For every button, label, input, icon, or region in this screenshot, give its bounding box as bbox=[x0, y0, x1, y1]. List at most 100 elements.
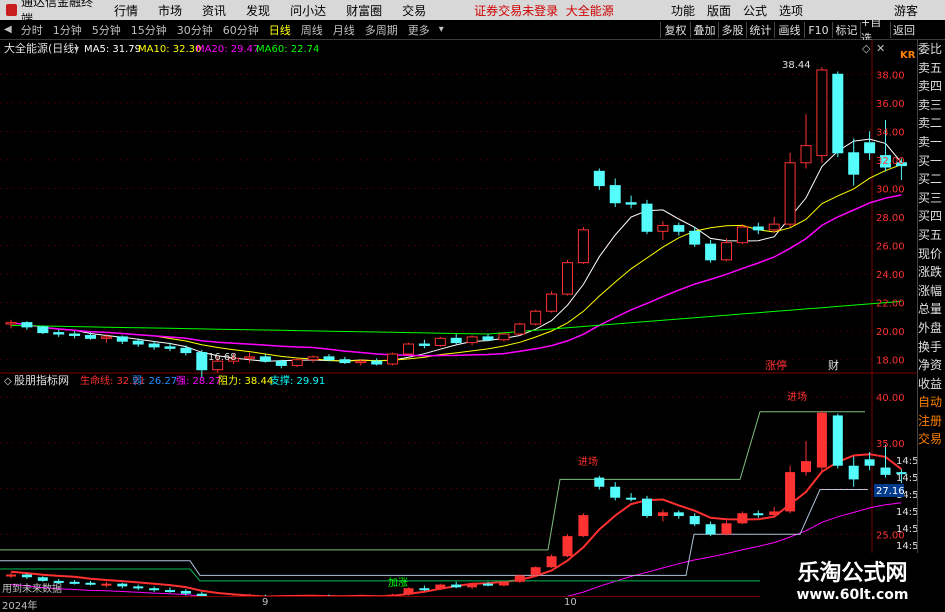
btn-fuquan[interactable]: 复权 bbox=[660, 22, 690, 38]
candle-body bbox=[418, 343, 430, 346]
candle-body bbox=[514, 323, 526, 335]
dropdown-icon[interactable]: ▾ bbox=[435, 24, 448, 35]
menu-hangqing[interactable]: 行情 bbox=[104, 2, 148, 19]
menu-jiaoyi[interactable]: 交易 bbox=[392, 2, 436, 19]
candle-body bbox=[164, 346, 176, 349]
candle-body bbox=[132, 340, 144, 345]
candle-body bbox=[768, 223, 780, 231]
btn-diejia[interactable]: 叠加 bbox=[690, 22, 718, 38]
menu-caifuquan[interactable]: 财富圈 bbox=[336, 2, 392, 19]
time-tick: 14:56 bbox=[896, 541, 917, 552]
sub-candle-body bbox=[21, 574, 32, 578]
period-fenshi[interactable]: 分时 bbox=[16, 22, 48, 38]
quote-side-panel: 委比 卖五 卖四 卖三 卖二 卖一 买一 买二 买三 买四 买五 现价 涨跌 涨幅 总量 外盘 换手 净资 收益 自动… bbox=[917, 40, 945, 590]
menu-shichang[interactable]: 市场 bbox=[148, 2, 192, 19]
candle-body bbox=[752, 226, 764, 231]
quote-field[interactable]: 自动 bbox=[918, 393, 945, 412]
period-monthly[interactable]: 月线 bbox=[328, 22, 360, 38]
sub-icon[interactable]: ◇ bbox=[4, 376, 12, 387]
menu-gongshi[interactable]: 公式 bbox=[737, 2, 773, 19]
candle-body bbox=[85, 334, 96, 339]
period-daily[interactable]: 日线 bbox=[264, 22, 296, 38]
tdx-logo-icon bbox=[6, 4, 17, 16]
btn-zixuan[interactable]: +自选 bbox=[860, 16, 890, 45]
login-notice[interactable]: 证券交易未登录 大全能源 bbox=[474, 2, 614, 19]
period-weekly[interactable]: 周线 bbox=[296, 22, 328, 38]
sub-candle-body bbox=[101, 583, 112, 586]
ma60-label: MA60: 22.74 bbox=[256, 44, 319, 55]
candle-body bbox=[705, 243, 717, 261]
sub-weak: 弱: 26.27 bbox=[132, 375, 177, 387]
sub-candle-body bbox=[578, 515, 589, 537]
sub-candle-body bbox=[53, 580, 64, 583]
period-5min[interactable]: 5分钟 bbox=[87, 22, 126, 38]
candle-body bbox=[355, 360, 367, 364]
period-15min[interactable]: 15分钟 bbox=[126, 22, 172, 38]
sub-candle-body bbox=[705, 524, 716, 535]
sub-candle-body bbox=[864, 459, 875, 466]
settings-icon[interactable]: ◇ bbox=[862, 42, 871, 55]
sub-candle-body bbox=[419, 588, 430, 591]
menu-banmian[interactable]: 版面 bbox=[701, 2, 737, 19]
candle-body bbox=[673, 225, 685, 232]
quote-field: 现价 bbox=[918, 246, 943, 261]
quote-field[interactable]: 交易 bbox=[918, 430, 945, 449]
menu-zixun[interactable]: 资讯 bbox=[192, 2, 236, 19]
sub-candle-body bbox=[816, 412, 827, 468]
sub-candle-body bbox=[562, 536, 573, 557]
main-dropdown-icon[interactable]: ▾ bbox=[74, 44, 79, 55]
btn-huaxian[interactable]: 画线 bbox=[774, 22, 804, 38]
sub-candle-body bbox=[801, 461, 811, 473]
candle-body bbox=[291, 359, 303, 366]
jinchang-label: 进场 bbox=[578, 455, 598, 468]
sub-candle-body bbox=[689, 516, 700, 525]
guest-label[interactable]: 游客 bbox=[894, 2, 918, 19]
period-more[interactable]: 更多 bbox=[403, 22, 435, 38]
quote-field: 换手 bbox=[918, 339, 943, 354]
candle-body bbox=[736, 226, 748, 244]
period-60min[interactable]: 60分钟 bbox=[218, 22, 264, 38]
period-1min[interactable]: 1分钟 bbox=[48, 22, 87, 38]
price-tick: 26.00 bbox=[876, 242, 905, 253]
menu-xuanxiang[interactable]: 选项 bbox=[773, 2, 809, 19]
price-tick: 30.00 bbox=[876, 184, 905, 195]
time-tick: 14:56 bbox=[896, 473, 917, 484]
menu-faxian[interactable]: 发现 bbox=[236, 2, 280, 19]
sub-candle-body bbox=[642, 498, 652, 516]
price-tick: 38.00 bbox=[876, 70, 905, 81]
btn-biaoji[interactable]: 标记 bbox=[832, 22, 860, 38]
high-label: 38.44 bbox=[782, 60, 811, 71]
watermark: 乐淘公式网 www.60lt.com bbox=[760, 553, 945, 609]
btn-f10[interactable]: F10 bbox=[804, 22, 832, 38]
quote-field: 卖一 bbox=[918, 134, 943, 149]
quote-field: 涨跌 bbox=[918, 265, 943, 280]
sub-candle-body bbox=[403, 588, 414, 595]
sub-candle-body bbox=[610, 486, 621, 498]
menu-wenxiaoda[interactable]: 问小达 bbox=[280, 2, 336, 19]
menu-bar: 通达信金融终端 行情 市场 资讯 发现 问小达 财富圈 交易 证券交易未登录 大… bbox=[0, 0, 945, 26]
candle-body bbox=[864, 142, 876, 154]
period-30min[interactable]: 30分钟 bbox=[172, 22, 218, 38]
quote-field: 总量 bbox=[918, 302, 943, 317]
btn-fanhui[interactable]: 返回 bbox=[890, 22, 917, 38]
sub-candle-body bbox=[626, 497, 637, 500]
close-icon[interactable]: ✕ bbox=[876, 42, 885, 55]
nav-left-icon[interactable]: ◀ bbox=[0, 24, 16, 35]
candle-body bbox=[323, 356, 335, 361]
candle-body bbox=[466, 336, 478, 344]
quote-field: 卖四 bbox=[918, 79, 943, 94]
candle-body bbox=[53, 332, 65, 335]
sub-candle-body bbox=[594, 477, 605, 487]
price-tick: 18.00 bbox=[876, 356, 905, 367]
cai-label: 财 bbox=[828, 358, 839, 372]
candle-body bbox=[800, 145, 812, 164]
candle-body bbox=[530, 310, 542, 325]
quote-field: 卖二 bbox=[918, 116, 943, 131]
btn-duogu[interactable]: 多股 bbox=[718, 22, 746, 38]
quote-field[interactable]: 注册 bbox=[918, 412, 945, 431]
btn-tongji[interactable]: 统计 bbox=[746, 22, 774, 38]
price-tick: 22.00 bbox=[876, 299, 905, 310]
menu-gongneng[interactable]: 功能 bbox=[665, 2, 701, 19]
kline-chart[interactable]: 38.00 36.00 34.00 32.00 30.00 28.00 26.00 24.00… bbox=[0, 40, 917, 596]
period-multi[interactable]: 多周期 bbox=[360, 22, 403, 38]
